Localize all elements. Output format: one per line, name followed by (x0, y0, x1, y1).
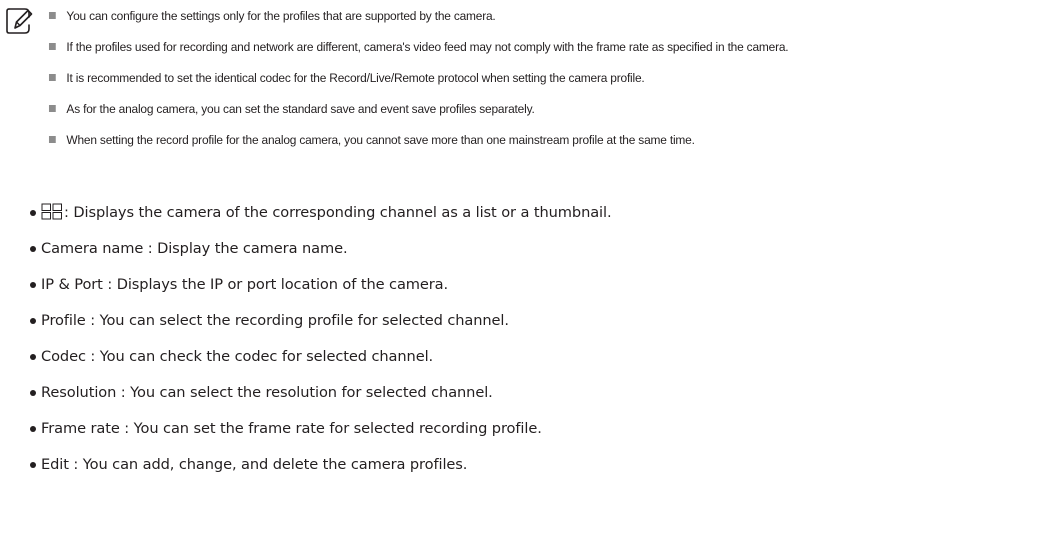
bullet-dot-icon (30, 282, 36, 288)
square-bullet-icon (48, 12, 56, 19)
bullet-dot-icon (30, 318, 36, 324)
square-bullet-icon (48, 136, 56, 143)
bullet-dot-icon (30, 426, 36, 432)
note-item: As for the analog camera, you can set th… (48, 99, 1008, 119)
bullet-camera-name: Camera name : Display the camera name. (30, 238, 1030, 260)
bullet-profile: Profile : You can select the recording p… (30, 310, 1030, 332)
square-bullet-icon (48, 105, 56, 112)
note-item: You can configure the settings only for … (48, 6, 1008, 26)
notes-list: You can configure the settings only for … (48, 6, 1008, 161)
square-bullet-icon (48, 43, 56, 50)
bullet-resolution: Resolution : You can select the resoluti… (30, 382, 1030, 404)
grid-view-icon (41, 203, 62, 220)
bullet-dot-icon (30, 462, 36, 468)
bullet-dot-icon (30, 210, 36, 216)
note-item: When setting the record profile for the … (48, 130, 1008, 150)
bullet-codec: Codec : You can check the codec for sele… (30, 346, 1030, 368)
square-bullet-icon (48, 74, 56, 81)
bullet-dot-icon (30, 390, 36, 396)
note-item: If the profiles used for recording and n… (48, 37, 1008, 57)
note-pencil-icon (6, 8, 33, 34)
bullet-ip-port: IP & Port : Displays the IP or port loca… (30, 274, 1030, 296)
note-item: It is recommended to set the identical c… (48, 68, 1008, 88)
feature-list: : Displays the camera of the correspondi… (30, 202, 1030, 490)
bullet-frame-rate: Frame rate : You can set the frame rate … (30, 418, 1030, 440)
bullet-dot-icon (30, 354, 36, 360)
bullet-edit: Edit : You can add, change, and delete t… (30, 454, 1030, 476)
bullet-view-toggle: : Displays the camera of the correspondi… (30, 202, 1030, 224)
bullet-dot-icon (30, 246, 36, 252)
